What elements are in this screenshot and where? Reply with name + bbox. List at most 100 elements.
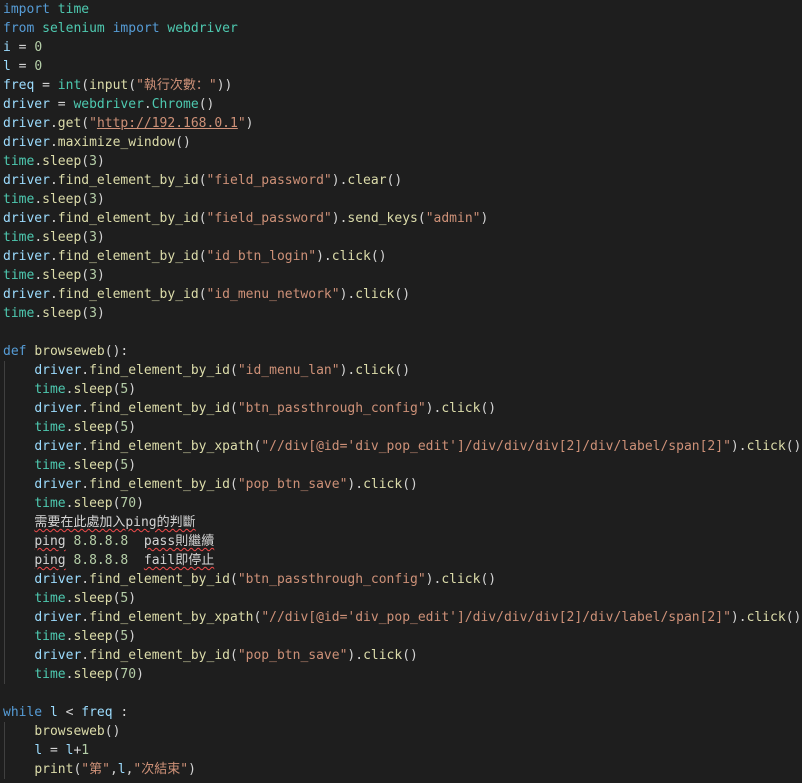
code-token: ). (347, 648, 364, 663)
code-line[interactable]: driver.find_element_by_id("field_passwor… (3, 171, 402, 190)
code-line[interactable]: freq = int(input("執行次數：")) (3, 76, 232, 95)
code-line[interactable]: driver.find_element_by_id("pop_btn_save"… (3, 646, 418, 665)
code-line[interactable]: time.sleep(5) (3, 589, 136, 608)
code-line[interactable]: time.sleep(70) (3, 665, 144, 684)
code-token: 需要在此處加入ping的判斷 (34, 515, 196, 530)
code-token: ( (230, 477, 238, 492)
code-line[interactable]: from selenium import webdriver (3, 19, 238, 38)
code-token: time (3, 230, 35, 245)
code-token: click (441, 572, 481, 587)
code-line[interactable]: driver.find_element_by_xpath("//div[@id=… (3, 437, 801, 456)
code-token: driver (34, 477, 82, 492)
code-token: driver (3, 249, 50, 264)
code-token: < (57, 705, 82, 720)
code-token: 3 (89, 306, 97, 321)
code-token: "pop_btn_save" (237, 477, 348, 492)
code-line[interactable]: while l < freq : (3, 703, 128, 722)
code-token: ( (417, 211, 426, 226)
code-line[interactable]: driver.find_element_by_id("field_passwor… (3, 209, 488, 228)
code-token: selenium (42, 21, 105, 36)
code-line[interactable]: 需要在此處加入ping的判斷 (3, 513, 196, 532)
code-line[interactable]: l = 0 (3, 57, 42, 76)
code-line[interactable]: def browseweb(): (3, 342, 128, 361)
code-token: . (34, 154, 43, 169)
code-token: "field_password" (206, 173, 332, 188)
code-token: time (3, 154, 35, 169)
code-line[interactable]: ping 8.8.8.8 pass則繼續 (3, 532, 214, 551)
code-line[interactable]: driver.find_element_by_id("btn_passthrou… (3, 570, 496, 589)
code-token: driver (34, 648, 82, 663)
code-line[interactable]: driver.get("http://192.168.0.1") (3, 114, 253, 133)
code-token: sleep (73, 629, 113, 644)
code-token: "id_menu_network" (206, 287, 340, 302)
code-line[interactable]: driver.find_element_by_id("id_menu_netwo… (3, 285, 410, 304)
code-line[interactable]: import time (3, 0, 89, 19)
code-token: time (34, 667, 66, 682)
code-token: 3 (89, 154, 97, 169)
code-line[interactable]: time.sleep(3) (3, 152, 105, 171)
code-token: " (208, 78, 217, 93)
code-line[interactable]: time.sleep(5) (3, 456, 136, 475)
code-line[interactable]: driver.find_element_by_id("pop_btn_save"… (3, 475, 418, 494)
code-line[interactable]: i = 0 (3, 38, 42, 57)
code-token: driver (34, 610, 82, 625)
code-line[interactable]: driver.find_element_by_xpath("//div[@id=… (3, 608, 801, 627)
code-token: driver (3, 287, 50, 302)
code-line[interactable]: driver.find_element_by_id("id_btn_login"… (3, 247, 387, 266)
code-token: , (109, 762, 118, 777)
code-line[interactable]: driver.maximize_window() (3, 133, 191, 152)
code-token: print (34, 762, 74, 777)
code-token: send_keys (347, 211, 418, 226)
code-line[interactable]: time.sleep(70) (3, 494, 144, 513)
code-line[interactable]: time.sleep(3) (3, 228, 105, 247)
code-token: input (89, 78, 129, 93)
code-token: driver (34, 572, 82, 587)
code-token: () (104, 724, 121, 739)
code-line[interactable]: driver = webdriver.Chrome() (3, 95, 214, 114)
code-token: " (237, 116, 246, 131)
code-token: 70 (120, 496, 137, 511)
code-line[interactable]: l = l+1 (3, 741, 89, 760)
code-line[interactable]: time.sleep(3) (3, 266, 105, 285)
code-editor[interactable]: import time from selenium import webdrive… (0, 0, 802, 783)
code-token: find_element_by_id (89, 572, 230, 587)
code-line[interactable]: driver.find_element_by_id("btn_passthrou… (3, 399, 496, 418)
code-token: find_element_by_id (57, 287, 199, 302)
code-line[interactable]: time.sleep(5) (3, 380, 136, 399)
code-token: sleep (42, 268, 82, 283)
code-token: ( (81, 268, 90, 283)
code-token: driver (3, 135, 50, 150)
code-token: find_element_by_id (89, 363, 230, 378)
code-line[interactable]: print("第",l,"次結束") (3, 760, 196, 779)
code-line[interactable]: browseweb() (3, 722, 120, 741)
code-token: find_element_by_xpath (89, 610, 254, 625)
code-token: fail即停止 (143, 553, 215, 568)
code-token: ) (128, 629, 137, 644)
code-token: browseweb (34, 724, 105, 739)
code-token: clear (347, 173, 387, 188)
code-token: ( (198, 173, 207, 188)
code-line[interactable]: time.sleep(5) (3, 627, 136, 646)
code-line[interactable]: time.sleep(3) (3, 304, 105, 323)
code-line[interactable]: time.sleep(5) (3, 418, 136, 437)
code-token: http://192.168.0.1 (96, 116, 238, 131)
code-token: ( (81, 78, 90, 93)
code-token: ). (347, 477, 364, 492)
code-token: ping (34, 534, 66, 549)
code-token: 3 (89, 192, 97, 207)
code-line[interactable]: driver.find_element_by_id("id_menu_lan")… (3, 361, 410, 380)
code-token: . (49, 173, 58, 188)
code-token: ) (136, 667, 144, 682)
code-line[interactable]: ping 8.8.8.8 fail即停止 (3, 551, 214, 570)
code-token: ) (188, 762, 196, 777)
code-token: . (81, 401, 90, 416)
code-token: sleep (73, 458, 113, 473)
code-line[interactable]: time.sleep(3) (3, 190, 105, 209)
